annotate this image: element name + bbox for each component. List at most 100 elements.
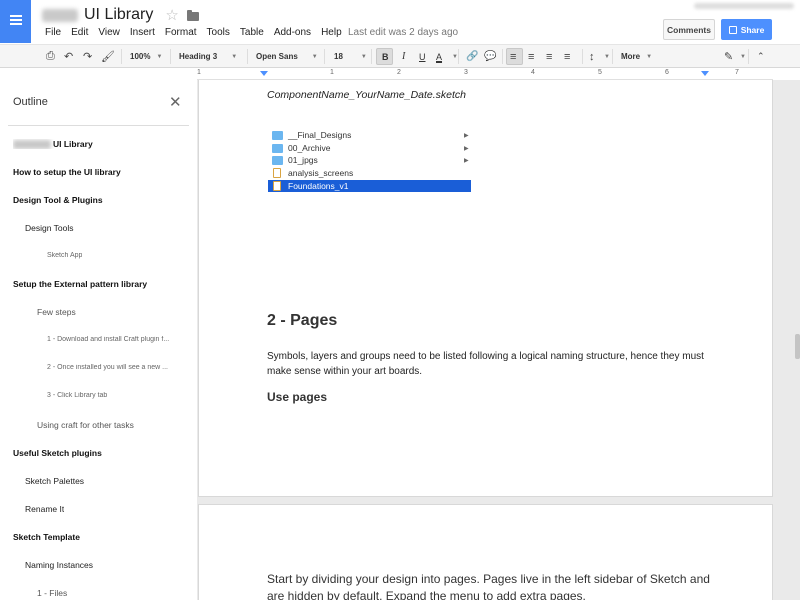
divider <box>8 125 189 126</box>
print-icon[interactable]: ⎙ <box>46 45 55 68</box>
document-canvas[interactable]: ComponentName_YourName_Date.sketch __Fin… <box>197 80 800 600</box>
finder-screenshot: __Final_Designs ▶ 00_Archive ▶ 01_jpgs ▶… <box>268 129 471 194</box>
finder-row-label: analysis_screens <box>288 168 354 178</box>
outline-item[interactable]: Design Tools <box>25 223 74 233</box>
align-right-icon[interactable]: ≡ <box>546 45 552 68</box>
outline-item[interactable]: Naming Instances <box>25 560 93 570</box>
ruler-label: 5 <box>598 69 602 76</box>
share-button[interactable]: Share <box>721 19 772 40</box>
comments-button[interactable]: Comments <box>663 19 715 40</box>
undo-icon[interactable]: ↶ <box>64 45 73 68</box>
link-icon[interactable]: 🔗 <box>466 45 478 68</box>
finder-row: 01_jpgs ▶ <box>268 154 471 166</box>
outline-item[interactable]: 1 - Files <box>37 588 67 598</box>
outline-item[interactable]: 2 - Once installed you will see a new ..… <box>47 364 168 371</box>
chevron-down-icon[interactable]: ▼ <box>604 45 610 68</box>
docs-logo-icon[interactable] <box>0 0 31 43</box>
share-label: Share <box>740 24 765 35</box>
outline-item[interactable]: Sketch Template <box>13 532 80 542</box>
outline-item[interactable]: How to setup the UI library <box>13 167 121 177</box>
more-button[interactable]: More ▼ <box>621 45 652 68</box>
editing-mode-icon[interactable]: ✎ <box>724 45 733 68</box>
finder-row-label: __Final_Designs <box>288 130 352 140</box>
menu-file[interactable]: File <box>45 27 61 38</box>
comment-icon[interactable]: 💬 <box>484 45 496 68</box>
menu-bar: File Edit View Insert Format Tools Table… <box>45 27 352 38</box>
outline-item[interactable]: Using craft for other tasks <box>37 420 134 430</box>
menu-insert[interactable]: Insert <box>130 27 155 38</box>
outline-item[interactable]: Sketch Palettes <box>25 476 84 486</box>
ruler-label: 4 <box>531 69 535 76</box>
vertical-scrollbar[interactable] <box>795 334 800 359</box>
outline-item[interactable]: Rename It <box>25 504 64 514</box>
collapse-toolbar-icon[interactable]: ⌃ <box>757 45 765 68</box>
text-color-button[interactable]: A <box>436 45 442 68</box>
align-justify-icon[interactable]: ≡ <box>564 45 570 68</box>
close-icon[interactable]: ✕ <box>169 93 182 111</box>
ruler-label: 6 <box>665 69 669 76</box>
document-page[interactable]: Start by dividing your design into pages… <box>198 504 773 600</box>
italic-button[interactable]: I <box>402 45 405 68</box>
line-spacing-icon[interactable]: ↕ <box>589 45 595 68</box>
menu-view[interactable]: View <box>98 27 120 38</box>
redo-icon[interactable]: ↷ <box>83 45 92 68</box>
menu-addons[interactable]: Add-ons <box>274 27 311 38</box>
horizontal-ruler: 1 1 2 3 4 5 6 7 <box>197 68 773 80</box>
heading-pages: 2 - Pages <box>267 312 338 329</box>
bold-button[interactable]: B <box>382 45 389 68</box>
menu-help[interactable]: Help <box>321 27 342 38</box>
finder-row-label: 00_Archive <box>288 143 331 153</box>
chevron-down-icon[interactable]: ▼ <box>740 45 746 68</box>
menu-table[interactable]: Table <box>240 27 264 38</box>
more-label: More <box>621 52 641 61</box>
document-outline: Outline ✕ UI Library How to setup the UI… <box>0 80 197 600</box>
font-size-select[interactable]: 18 ▼ <box>334 45 367 68</box>
underline-button[interactable]: U <box>419 45 426 68</box>
outline-item[interactable]: Setup the External pattern library <box>13 279 147 289</box>
chevron-down-icon: ▼ <box>360 53 367 60</box>
folder-icon <box>272 143 283 153</box>
outline-item[interactable]: Sketch App <box>47 252 82 259</box>
right-indent-marker[interactable] <box>701 71 709 76</box>
finder-row: 00_Archive ▶ <box>268 142 471 154</box>
align-left-icon[interactable]: ≡ <box>510 45 516 68</box>
folder-icon[interactable] <box>186 9 199 21</box>
ruler-label: 1 <box>197 69 201 76</box>
heading-use-pages: Use pages <box>267 390 328 404</box>
outline-item[interactable]: 1 - Download and install Craft plugin f.… <box>47 336 169 343</box>
ruler-label: 3 <box>464 69 468 76</box>
finder-row: analysis_screens <box>268 167 471 179</box>
outline-item[interactable]: Useful Sketch plugins <box>13 448 102 458</box>
outline-item-label: UI Library <box>53 139 93 149</box>
ruler-label: 2 <box>397 69 401 76</box>
zoom-value: 100% <box>130 52 151 61</box>
font-size-value: 18 <box>334 52 343 61</box>
last-edit-status[interactable]: Last edit was 2 days ago <box>348 27 458 38</box>
chevron-right-icon: ▶ <box>464 132 469 139</box>
style-select[interactable]: Heading 3 ▼ <box>179 45 237 68</box>
font-select[interactable]: Open Sans ▼ <box>256 45 318 68</box>
chevron-down-icon: ▼ <box>231 53 238 60</box>
left-indent-marker[interactable] <box>260 71 268 76</box>
document-page[interactable]: ComponentName_YourName_Date.sketch __Fin… <box>198 80 773 497</box>
menu-format[interactable]: Format <box>165 27 197 38</box>
finder-row-label: 01_jpgs <box>288 155 318 165</box>
star-icon[interactable]: ☆ <box>165 6 178 24</box>
zoom-select[interactable]: 100% ▼ <box>130 45 162 68</box>
menu-tools[interactable]: Tools <box>207 27 230 38</box>
redacted-account <box>694 3 794 9</box>
outline-item[interactable]: 3 - Click Library tab <box>47 392 107 399</box>
outline-item[interactable]: UI Library <box>13 139 93 150</box>
redacted-word <box>13 140 51 150</box>
outline-item[interactable]: Design Tool & Plugins <box>13 195 103 205</box>
paragraph-use-pages: Start by dividing your design into pages… <box>267 572 710 600</box>
document-title[interactable]: UI Library <box>84 6 153 24</box>
paint-format-icon[interactable]: 🖌 <box>101 45 115 68</box>
chevron-down-icon: ▼ <box>646 53 653 60</box>
outline-item[interactable]: Few steps <box>37 307 76 317</box>
align-center-icon[interactable]: ≡ <box>528 45 534 68</box>
menu-edit[interactable]: Edit <box>71 27 88 38</box>
style-value: Heading 3 <box>179 52 218 61</box>
folder-icon <box>272 130 283 140</box>
chevron-right-icon: ▶ <box>464 157 469 164</box>
